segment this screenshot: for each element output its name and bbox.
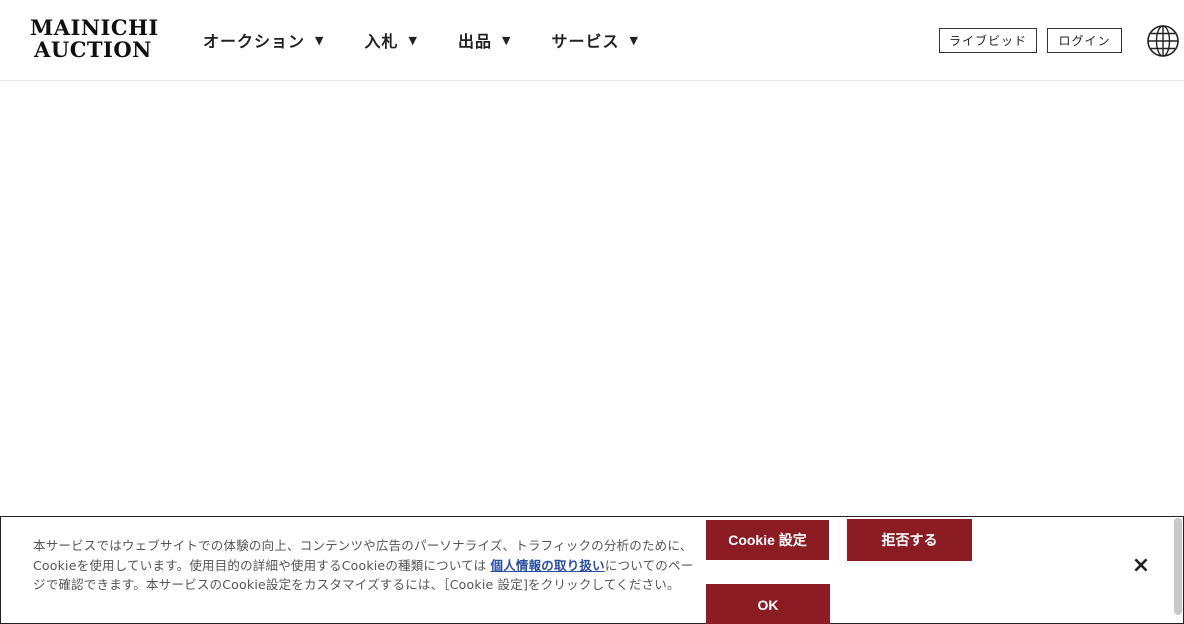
cookie-message: 本サービスではウェブサイトでの体験の向上、コンテンツや広告のパーソナライズ、トラ… xyxy=(33,536,705,595)
close-icon[interactable]: × xyxy=(1129,553,1153,578)
cookie-banner: 本サービスではウェブサイトでの体験の向上、コンテンツや広告のパーソナライズ、トラ… xyxy=(0,516,1184,624)
globe-icon[interactable] xyxy=(1146,24,1180,58)
logo-line-2: AUCTION xyxy=(34,37,152,62)
caret-down-icon: ▼ xyxy=(315,33,325,47)
livebid-button[interactable]: ライブビッド xyxy=(939,28,1037,53)
site-header: MAINICHI AUCTION オークション ▼ 入札 ▼ 出品 ▼ サービス… xyxy=(0,0,1184,81)
login-button[interactable]: ログイン xyxy=(1047,28,1122,53)
nav-item-label: 出品 xyxy=(457,32,492,51)
nav-item-bid[interactable]: 入札 ▼ xyxy=(364,28,417,52)
logo-line-1: MAINICHI xyxy=(30,15,159,40)
nav-item-auction[interactable]: オークション ▼ xyxy=(203,28,324,52)
ok-button[interactable]: OK xyxy=(706,584,830,624)
cookie-settings-button[interactable]: Cookie 設定 xyxy=(706,520,829,560)
nav-item-label: 入札 xyxy=(364,32,399,51)
caret-down-icon: ▼ xyxy=(629,33,639,47)
nav-item-label: オークション xyxy=(203,32,306,51)
site-logo[interactable]: MAINICHI AUCTION xyxy=(30,15,159,62)
main-nav: オークション ▼ 入札 ▼ 出品 ▼ サービス ▼ xyxy=(203,28,679,52)
caret-down-icon: ▼ xyxy=(408,33,418,47)
privacy-policy-link[interactable]: 個人情報の取り扱い xyxy=(491,558,605,573)
banner-scrollbar[interactable] xyxy=(1174,518,1182,615)
nav-item-services[interactable]: サービス ▼ xyxy=(551,28,638,52)
nav-item-label: サービス xyxy=(551,32,620,51)
nav-item-consign[interactable]: 出品 ▼ xyxy=(458,28,511,52)
reject-button[interactable]: 拒否する xyxy=(847,519,972,561)
caret-down-icon: ▼ xyxy=(501,33,512,47)
